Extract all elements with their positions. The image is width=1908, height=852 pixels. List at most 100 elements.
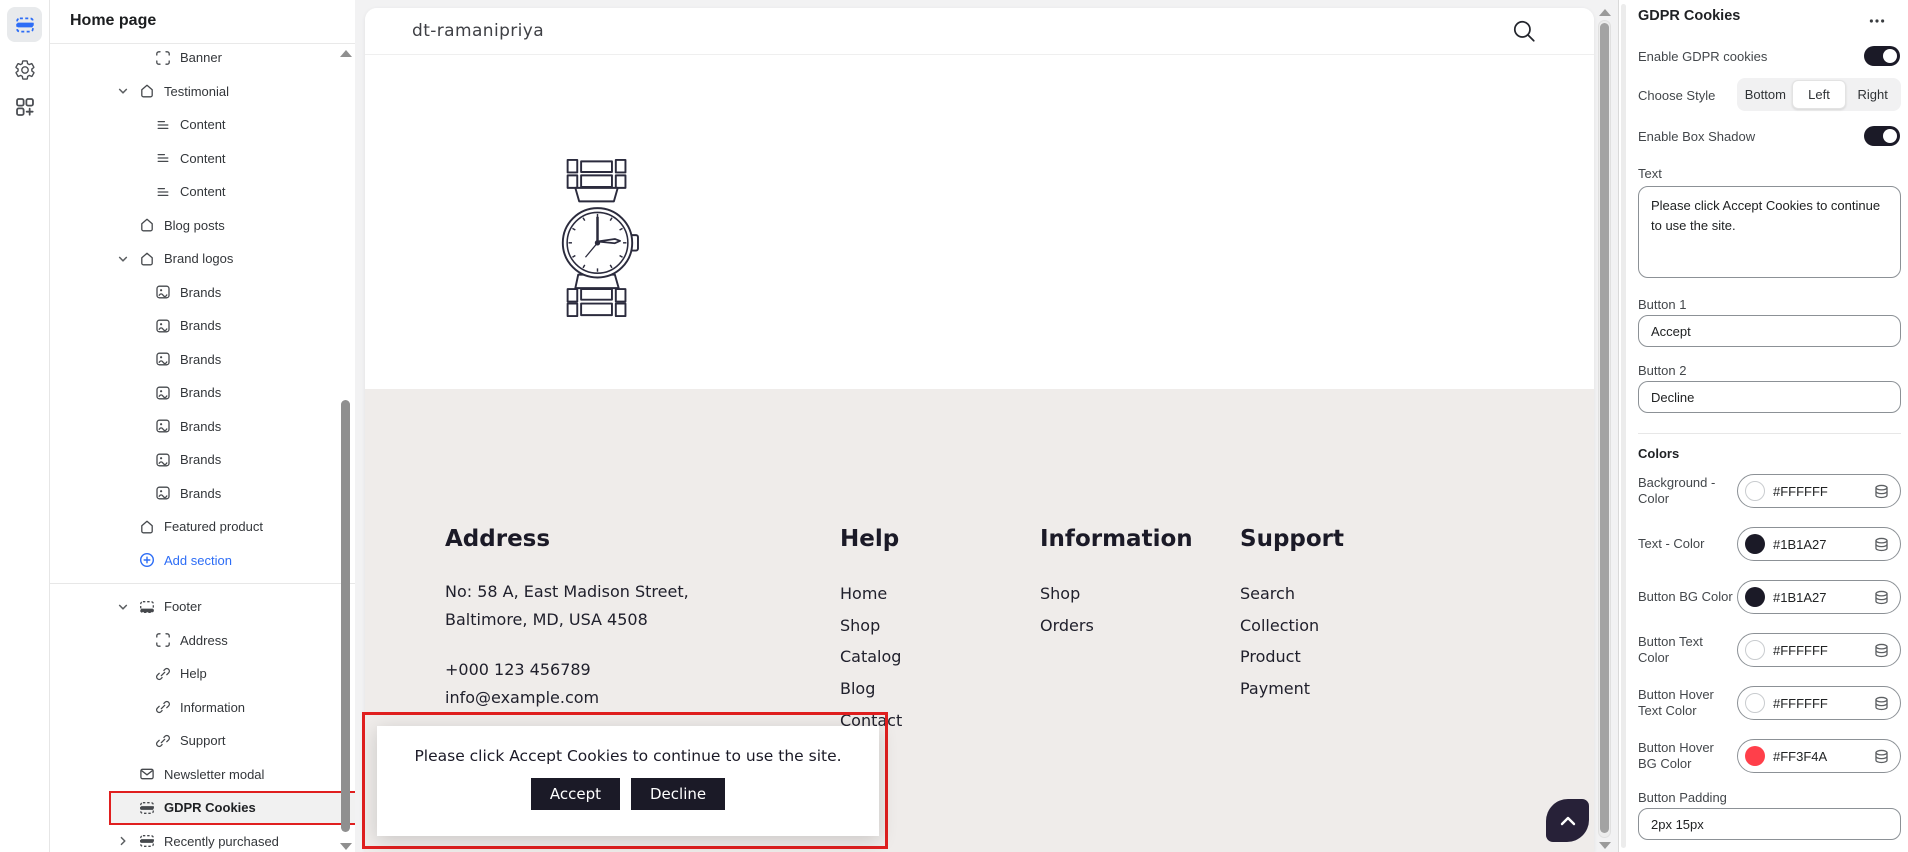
sidebar-item-brands[interactable]: Brands [109,343,356,377]
color-swatch [1745,587,1765,607]
sidebar-item-brands[interactable]: Brands [109,309,356,343]
color-hex-value: #FF3F4A [1773,749,1827,764]
watch-illustration [555,158,640,318]
image-icon [155,284,171,300]
color-picker-button-bg-color[interactable]: #1B1A27 [1737,580,1901,614]
sidebar-item-label: Footer [164,599,202,614]
sidebar-item-help[interactable]: Help [109,657,356,691]
sidebar-item-content[interactable]: Content [109,108,356,142]
preview-scroll-up-arrow[interactable] [1599,9,1611,16]
footer-link-catalog[interactable]: Catalog [840,641,902,673]
home-icon [139,217,155,233]
rail-apps-button[interactable] [7,89,42,124]
enable-gdpr-toggle[interactable] [1864,46,1900,66]
style-option-right[interactable]: Right [1846,81,1899,108]
sidebar-item-testimonial[interactable]: Testimonial [109,75,356,109]
home-icon [139,251,155,267]
footer-link-product[interactable]: Product [1240,641,1344,673]
color-picker-button-hover-text-color[interactable]: #FFFFFF [1737,686,1901,720]
cookie-text-input[interactable]: Please click Accept Cookies to continue … [1638,186,1901,278]
color-picker-background-color[interactable]: #FFFFFF [1737,474,1901,508]
color-row-button-bg-color: Button BG Color#1B1A27 [1638,580,1901,614]
footer-link-shop[interactable]: Shop [1040,578,1193,610]
decline-cookies-button[interactable]: Decline [631,778,725,810]
sidebar-item-support[interactable]: Support [109,724,356,758]
button-padding-label: Button Padding [1638,790,1727,805]
footer-link-orders[interactable]: Orders [1040,610,1193,642]
footer-link-search[interactable]: Search [1240,578,1344,610]
footer-link-blog[interactable]: Blog [840,673,902,705]
panel-divider [1638,433,1901,434]
sidebar-scroll-down-arrow[interactable] [340,843,352,850]
color-picker-text-color[interactable]: #1B1A27 [1737,527,1901,561]
sidebar-item-brands[interactable]: Brands [109,376,356,410]
scroll-to-top-button[interactable] [1546,799,1589,842]
cookie-message: Please click Accept Cookies to continue … [377,747,879,765]
preview-scroll-down-arrow[interactable] [1599,842,1611,849]
store-body [365,55,1594,389]
home-icon [139,83,155,99]
chevron-down-icon[interactable] [115,83,131,99]
sidebar-item-brands[interactable]: Brands [109,410,356,444]
sidebar-item-footer[interactable]: Footer [109,590,356,624]
footer-link-shop[interactable]: Shop [840,610,902,642]
sidebar-scrollbar-thumb[interactable] [341,400,350,832]
accept-cookies-button[interactable]: Accept [531,778,620,810]
color-picker-button-text-color[interactable]: #FFFFFF [1737,633,1901,667]
sidebar-item-label: Recently purchased [164,834,279,849]
image-icon [155,385,171,401]
box-shadow-toggle[interactable] [1864,126,1900,146]
chevron-down-icon[interactable] [115,251,131,267]
sidebar-item-banner[interactable]: Banner [109,41,356,75]
footer-link-home[interactable]: Home [840,578,902,610]
sidebar-item-label: Featured product [164,519,263,534]
rail-sections-button[interactable] [7,7,42,42]
footer-column-help: HelpHomeShopCatalogBlogContact [840,526,902,737]
button1-input[interactable] [1638,315,1901,347]
image-icon [155,351,171,367]
color-hex-value: #FFFFFF [1773,643,1828,658]
sidebar-item-brands[interactable]: Brands [109,276,356,310]
sidebar-item-brand-logos[interactable]: Brand logos [109,242,356,276]
sidebar-item-brands[interactable]: Brands [109,443,356,477]
store-logo[interactable]: dt-ramanipriya [412,21,544,41]
color-picker-button-hover-bg-color[interactable]: #FF3F4A [1737,739,1901,773]
footer-link-payment[interactable]: Payment [1240,673,1344,705]
image-icon [155,318,171,334]
button2-input[interactable] [1638,381,1901,413]
sidebar-item-content[interactable]: Content [109,175,356,209]
more-options-icon[interactable] [1868,12,1886,28]
chevron-right-icon[interactable] [115,833,131,849]
sidebar-item-blog-posts[interactable]: Blog posts [109,209,356,243]
color-settings: Background - Color#FFFFFFText - Color#1B… [1638,474,1901,792]
sidebar-item-label: Brands [180,452,221,467]
chevron-placeholder [115,766,131,782]
search-icon[interactable] [1511,18,1537,44]
sidebar-item-brands[interactable]: Brands [109,477,356,511]
chevron-down-icon[interactable] [115,599,131,615]
sidebar-item-content[interactable]: Content [109,142,356,176]
link-icon [155,666,171,682]
button-padding-input[interactable] [1638,808,1901,840]
sidebar-item-add-section[interactable]: Add section [109,544,356,578]
sidebar-item-featured-product[interactable]: Featured product [109,510,356,544]
sidebar-item-information[interactable]: Information [109,691,356,725]
sidebar-scroll-up-arrow[interactable] [340,50,352,57]
style-option-left[interactable]: Left [1792,80,1847,109]
footer-link-collection[interactable]: Collection [1240,610,1344,642]
button1-label: Button 1 [1638,297,1686,312]
style-option-bottom[interactable]: Bottom [1739,81,1792,108]
sidebar-divider [49,583,355,584]
sidebar-item-address[interactable]: Address [109,624,356,658]
sidebar-item-recently-purchased[interactable]: Recently purchased [109,825,356,852]
gdpr-settings-panel: GDPR Cookies Enable GDPR cookies Choose … [1618,0,1908,852]
rail-settings-button[interactable] [7,52,42,87]
preview-scrollbar-thumb[interactable] [1600,23,1609,833]
panel-scrollbar-track[interactable] [1621,4,1626,848]
sidebar-item-gdpr-cookies[interactable]: GDPR Cookies [109,791,356,825]
image-icon [155,418,171,434]
footer-text-line: No: 58 A, East Madison Street, [445,578,689,606]
box-shadow-row: Enable Box Shadow [1638,124,1900,148]
color-row-button-hover-bg-color: Button Hover BG Color#FF3F4A [1638,739,1901,773]
sidebar-item-newsletter-modal[interactable]: Newsletter modal [109,758,356,792]
